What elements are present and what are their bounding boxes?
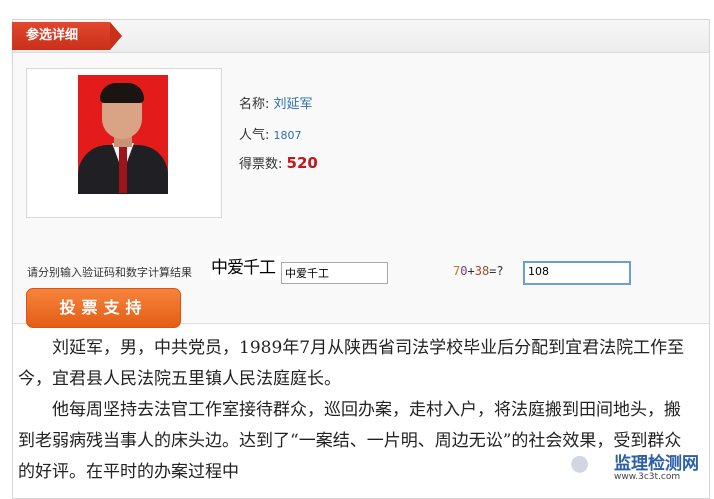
captcha-input[interactable]: 中爱千工 xyxy=(281,262,388,284)
bio-paragraph: 刘延军，男，中共党员，1989年7月从陕西省司法学校毕业后分配到宜君法院工作至今… xyxy=(18,338,685,389)
candidate-photo xyxy=(78,75,168,194)
popularity-value: 1807 xyxy=(273,129,302,142)
watermark-logo-icon: ● xyxy=(570,451,590,476)
popularity-row: 人气: 1807 xyxy=(239,124,302,143)
name-label: 名称: xyxy=(239,97,270,112)
watermark-title: 监理检测网 xyxy=(614,454,699,474)
panel-header: 参选详细 xyxy=(12,20,709,53)
popularity-label: 人气: xyxy=(239,128,270,143)
votes-row: 得票数: 520 xyxy=(239,153,318,172)
photo-frame xyxy=(26,68,222,218)
candidate-info-section: 名称: 刘延军 人气: 1807 得票数: 520 请分别输入验证码和数字计算结… xyxy=(13,53,709,328)
vote-support-button[interactable]: 投票支持 xyxy=(26,288,181,328)
votes-count: 520 xyxy=(286,154,318,172)
math-question: 70+38=? xyxy=(453,264,504,278)
site-watermark: ● 监理检测网 www.3c3t.com xyxy=(570,449,714,489)
watermark-url: www.3c3t.com xyxy=(614,472,681,482)
votes-label: 得票数: xyxy=(239,157,283,172)
captcha-instruction: 请分别输入验证码和数字计算结果 xyxy=(27,266,192,279)
math-answer-input[interactable]: 108 xyxy=(523,261,631,285)
name-row: 名称: 刘延军 xyxy=(239,93,313,112)
candidate-name: 刘延军 xyxy=(273,97,313,112)
tab-candidate-detail: 参选详细 xyxy=(12,22,122,50)
captcha-image[interactable]: 中爱千工 xyxy=(211,256,281,280)
